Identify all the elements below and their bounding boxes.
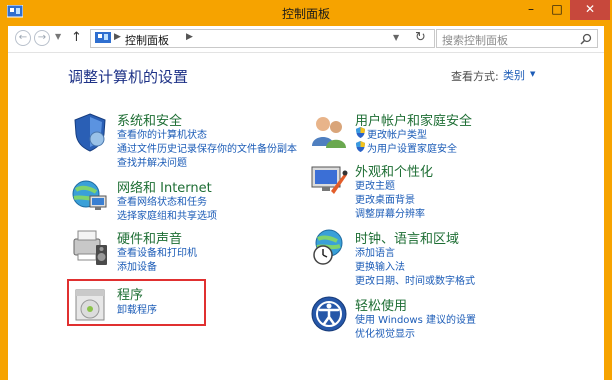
appearance-icon[interactable] [309,161,349,201]
highlight-box [67,279,206,326]
search-placeholder[interactable]: 搜索控制面板 [442,32,508,48]
recent-locations-chevron-icon[interactable]: ▼ [55,32,61,41]
link-family-safety[interactable]: 为用户设置家庭安全 [367,140,457,155]
clock-region-icon[interactable] [309,227,349,267]
link-troubleshoot[interactable]: 查找并解决问题 [117,154,187,169]
link-date-time-format[interactable]: 更改日期、时间或数字格式 [355,272,475,287]
refresh-icon[interactable]: ↻ [415,30,426,45]
ease-of-access-icon[interactable] [309,294,349,334]
up-button[interactable]: ↑ [71,30,82,45]
title-bar[interactable]: 控制面板 – □ ✕ [0,0,612,26]
address-dropdown-icon[interactable]: ▼ [393,33,399,42]
maximize-button[interactable]: □ [544,0,570,20]
close-button[interactable]: ✕ [570,0,610,20]
breadcrumb-separator-icon[interactable]: ▶ [186,32,193,42]
link-add-device[interactable]: 添加设备 [117,258,157,273]
window-client-area: ← → ▼ ↑ ▶ 控制面板 ▶ ▼ ↻ 搜索控制面板 调整计算机的设置 查看方… [8,26,604,380]
link-add-language[interactable]: 添加语言 [355,244,395,259]
link-change-input-method[interactable]: 更换输入法 [355,258,405,273]
link-homegroup-sharing[interactable]: 选择家庭组和共享选项 [117,207,217,222]
breadcrumb-separator-icon[interactable]: ▶ [114,32,121,42]
breadcrumb-control-panel[interactable]: 控制面板 [125,32,169,48]
link-screen-resolution[interactable]: 调整屏幕分辨率 [355,205,425,220]
search-box[interactable]: 搜索控制面板 [436,29,598,48]
navigation-bar: ← → ▼ ↑ ▶ 控制面板 ▶ ▼ ↻ 搜索控制面板 [8,26,604,53]
link-desktop-background[interactable]: 更改桌面背景 [355,191,415,206]
view-by-chevron-icon[interactable]: ▼ [530,70,535,78]
control-panel-window: 控制面板 – □ ✕ ← → ▼ ↑ ▶ 控制面板 ▶ ▼ ↻ 搜索控制面板 调… [0,0,612,380]
link-change-account-type[interactable]: 更改帐户类型 [367,126,427,141]
uac-shield-icon [356,127,365,138]
link-view-computer-status[interactable]: 查看你的计算机状态 [117,126,207,141]
link-network-status[interactable]: 查看网络状态和任务 [117,193,207,208]
view-by-dropdown[interactable]: 类别 [503,67,525,83]
network-icon[interactable] [70,176,110,216]
system-security-icon[interactable] [70,112,110,152]
forward-button[interactable]: → [34,30,50,46]
minimize-button[interactable]: – [518,0,544,20]
search-icon[interactable] [580,33,592,45]
page-heading: 调整计算机的设置 [68,68,189,86]
hardware-sound-icon[interactable] [70,227,110,267]
link-devices-printers[interactable]: 查看设备和打印机 [117,244,197,259]
control-panel-icon [95,32,111,43]
link-file-history-backup[interactable]: 通过文件历史记录保存你的文件备份副本 [117,140,297,155]
link-windows-recommended-settings[interactable]: 使用 Windows 建议的设置 [355,311,476,326]
back-button[interactable]: ← [15,30,31,46]
link-change-theme[interactable]: 更改主题 [355,177,395,192]
address-bar[interactable]: ▶ 控制面板 ▶ ▼ ↻ [90,29,435,48]
view-by-label: 查看方式: [451,70,499,83]
link-optimize-visual-display[interactable]: 优化视觉显示 [355,325,415,340]
uac-shield-icon [356,141,365,152]
user-accounts-icon[interactable] [309,112,349,152]
